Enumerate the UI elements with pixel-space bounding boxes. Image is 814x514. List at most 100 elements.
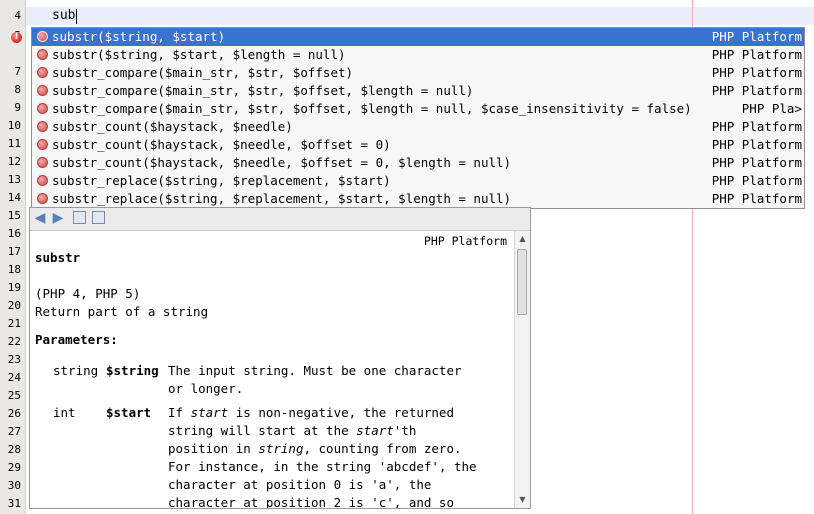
line-number: 24	[7, 371, 21, 384]
line-number: 17	[7, 245, 21, 258]
doc-versions: (PHP 4, PHP 5)	[35, 286, 141, 301]
line-number: 28	[7, 443, 21, 456]
line-number: 11	[7, 137, 21, 150]
completion-item[interactable]: substr_compare($main_str, $str, $offset,…	[32, 100, 804, 118]
back-arrow-icon[interactable]: ◀	[32, 211, 48, 226]
param-name: $start	[106, 405, 152, 420]
param-description: character at position 2 is 'c', and so	[168, 495, 454, 508]
line-number: 4	[14, 9, 21, 22]
completion-source: PHP Platform	[707, 118, 802, 136]
doc-source-label: PHP Platform	[423, 234, 507, 248]
scroll-up-icon[interactable]: ▲	[517, 234, 528, 244]
completion-signature: substr($string, $start, $length = null)	[52, 47, 346, 62]
completion-item[interactable]: substr_count($haystack, $needle) PHP Pla…	[32, 118, 804, 136]
line-number: 10	[7, 119, 21, 132]
completion-source: PHP Pla>	[737, 100, 802, 118]
param-name: $string	[106, 363, 159, 378]
code-editor-line[interactable]: sub	[52, 7, 75, 25]
line-number: 26	[7, 407, 21, 420]
completion-source: PHP Platform	[707, 82, 802, 100]
param-description: For instance, in the string 'abcdef', th…	[168, 459, 477, 474]
function-icon	[37, 157, 48, 168]
line-number: 25	[7, 389, 21, 402]
param-description: character at position 0 is 'a', the	[168, 477, 432, 492]
completion-source: PHP Platform	[707, 64, 802, 82]
completion-source: PHP Platform	[707, 172, 802, 190]
goto-source-icon[interactable]	[92, 211, 105, 224]
forward-arrow-icon[interactable]: ▶	[50, 211, 66, 226]
function-icon	[37, 85, 48, 96]
completion-item[interactable]: substr_count($haystack, $needle, $offset…	[32, 136, 804, 154]
completion-source: PHP Platform	[707, 28, 802, 46]
completion-item[interactable]: substr($string, $start) PHP Platform	[32, 28, 804, 46]
line-number: 29	[7, 461, 21, 474]
completion-signature: substr_compare($main_str, $str, $offset)	[52, 65, 354, 80]
completion-item[interactable]: substr_replace($string, $replacement, $s…	[32, 172, 804, 190]
param-description: If start is non-negative, the returned	[168, 405, 454, 420]
line-number: 19	[7, 281, 21, 294]
param-type: string	[53, 363, 99, 378]
completion-signature: substr_replace($string, $replacement, $s…	[52, 191, 512, 206]
param-description: The input string. Must be one character	[168, 363, 462, 378]
function-icon	[37, 67, 48, 78]
line-number: 27	[7, 425, 21, 438]
function-icon	[37, 121, 48, 132]
completion-item[interactable]: substr_count($haystack, $needle, $offset…	[32, 154, 804, 172]
param-type: int	[53, 405, 76, 420]
function-icon	[37, 193, 48, 204]
line-number: 15	[7, 209, 21, 222]
line-number: 20	[7, 299, 21, 312]
function-icon	[37, 103, 48, 114]
completion-signature: substr_count($haystack, $needle)	[52, 119, 293, 134]
param-description: string will start at the start'th	[168, 423, 417, 438]
doc-content: PHP Platform substr (PHP 4, PHP 5) Retur…	[30, 231, 513, 508]
line-number: 8	[14, 83, 21, 96]
completion-source: PHP Platform	[707, 190, 802, 208]
function-icon	[37, 175, 48, 186]
completion-source: PHP Platform	[707, 46, 802, 64]
line-number: 13	[7, 173, 21, 186]
completion-signature: substr($string, $start)	[52, 29, 226, 44]
line-number: 30	[7, 479, 21, 492]
line-number: 31	[7, 497, 21, 510]
doc-summary: Return part of a string	[35, 304, 209, 319]
open-in-browser-icon[interactable]	[73, 211, 86, 224]
line-number: 7	[14, 65, 21, 78]
completion-source: PHP Platform	[707, 154, 802, 172]
completion-item[interactable]: substr($string, $start, $length = null) …	[32, 46, 804, 64]
doc-toolbar: ◀ ▶	[30, 208, 530, 231]
line-number: 14	[7, 191, 21, 204]
text-caret	[76, 9, 77, 24]
line-number: 16	[7, 227, 21, 240]
line-number: 9	[14, 101, 21, 114]
line-number: 18	[7, 263, 21, 276]
param-description: position in string, counting from zero.	[168, 441, 462, 456]
error-icon[interactable]: !	[11, 32, 22, 43]
function-icon	[37, 49, 48, 60]
documentation-popup[interactable]: ◀ ▶ PHP Platform substr (PHP 4, PHP 5) R…	[29, 207, 531, 509]
doc-parameters-heading: Parameters:	[35, 332, 118, 347]
line-number-gutter: 4 5 ! 7 8 9 10 11 12 13 14 15 16 17 18 1…	[0, 0, 26, 514]
completion-signature: substr_replace($string, $replacement, $s…	[52, 173, 391, 188]
completion-source: PHP Platform	[707, 136, 802, 154]
completion-signature: substr_compare($main_str, $str, $offset,…	[52, 101, 692, 116]
code-completion-popup[interactable]: substr($string, $start) PHP Platform sub…	[31, 27, 805, 209]
completion-item[interactable]: substr_replace($string, $replacement, $s…	[32, 190, 804, 208]
scrollbar-thumb[interactable]	[517, 249, 527, 315]
line-number: 12	[7, 155, 21, 168]
line-number: 22	[7, 335, 21, 348]
completion-item[interactable]: substr_compare($main_str, $str, $offset)…	[32, 64, 804, 82]
line-number: 21	[7, 317, 21, 330]
completion-signature: substr_count($haystack, $needle, $offset…	[52, 155, 512, 170]
completion-item[interactable]: substr_compare($main_str, $str, $offset,…	[32, 82, 804, 100]
completion-signature: substr_count($haystack, $needle, $offset…	[52, 137, 391, 152]
current-line-highlight	[26, 7, 814, 25]
function-icon	[37, 31, 48, 42]
param-description: or longer.	[168, 381, 244, 396]
line-number: 23	[7, 353, 21, 366]
doc-vertical-scrollbar[interactable]: ▲ ▼	[514, 231, 530, 508]
doc-function-name: substr	[35, 250, 81, 265]
completion-signature: substr_compare($main_str, $str, $offset,…	[52, 83, 474, 98]
function-icon	[37, 139, 48, 150]
scroll-down-icon[interactable]: ▼	[517, 495, 528, 505]
